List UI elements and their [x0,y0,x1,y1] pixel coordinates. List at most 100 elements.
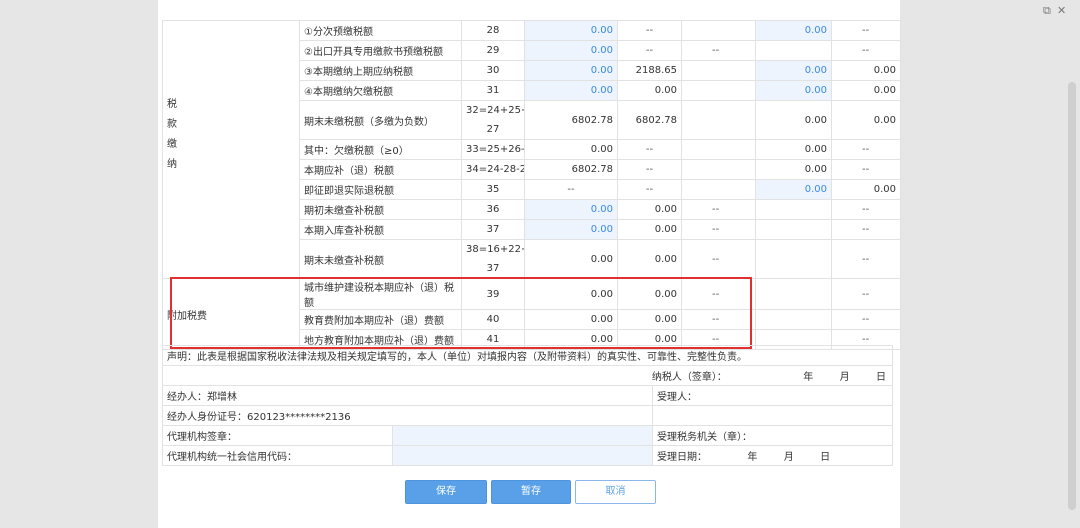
cell-v5: 0.00 [831,80,901,101]
cell-v3 [681,80,756,101]
row-line-number: 38=16+22+36-37 [461,239,525,279]
row-line-number: 32=24+25+26-27 [461,100,525,140]
close-icon[interactable]: ✕ [1057,4,1066,17]
row-label: 城市维护建设税本期应补（退）税额 [299,278,462,310]
row-label: 期末未缴查补税额 [299,239,462,279]
row-label: 本期应补（退）税额 [299,159,462,180]
cell-v5: -- [831,139,901,160]
cell-v3: -- [681,40,756,61]
cell-v4[interactable]: 0.00 [755,179,832,200]
cell-v5: 0.00 [831,100,901,140]
cell-v1[interactable]: 0.00 [524,219,618,240]
sign-year: 年 [803,372,814,383]
cell-v3 [681,159,756,180]
row-line-number: 39 [461,278,525,310]
cell-v2: -- [617,179,682,200]
cell-v1: 0.00 [524,139,618,160]
tax-office-label: 受理税务机关（章）： [651,425,894,446]
row-line-number: 30 [461,60,525,81]
row-line-number: 40 [461,309,525,330]
cell-v2: -- [617,159,682,180]
cell-v4 [755,309,832,330]
row-line-number: 36 [461,199,525,220]
sign-day: 日 [876,372,887,383]
sign-month: 月 [839,372,850,383]
cell-v5: -- [831,239,901,279]
row-label: 本期入库查补税额 [299,219,462,240]
row-line-number: 34=24-28-29 [461,159,525,180]
row-label: ①分次预缴税额 [299,20,462,41]
section-label-additional: 附加税费 [162,278,300,350]
cell-v1: 6802.78 [524,100,618,140]
receive-day: 日 [820,452,831,463]
draft-button[interactable]: 暂存 [491,480,571,504]
row-line-number: 29 [461,40,525,61]
cell-v4 [755,239,832,279]
row-label: 期末未缴税额（多缴为负数） [299,100,462,140]
declaration-text: 声明：此表是根据国家税收法律法规及相关规定填写的，本人（单位）对填报内容（及附带… [161,345,894,366]
agency-seal-input[interactable] [392,425,653,446]
cell-v4[interactable]: 0.00 [755,80,832,101]
cell-v5: -- [831,159,901,180]
cell-v5: -- [831,219,901,240]
cell-v4 [755,219,832,240]
cell-v2: -- [617,139,682,160]
cell-v2: 0.00 [617,199,682,220]
cell-v2: 0.00 [617,219,682,240]
cell-v4[interactable]: 0.00 [755,60,832,81]
cell-v2: -- [617,40,682,61]
row-label: 教育费附加本期应补（退）费额 [299,309,462,330]
cell-v1[interactable]: 0.00 [524,80,618,101]
cell-v1: -- [524,179,618,200]
save-button[interactable]: 保存 [405,480,487,504]
cell-v3: -- [681,278,756,310]
restore-icon[interactable]: ⧉ [1043,4,1051,18]
cell-v1[interactable]: 0.00 [524,60,618,81]
taxpayer-sign-label: 纳税人（签章）： [651,372,727,383]
cell-v2: 0.00 [617,309,682,330]
table-row: 附加税费 城市维护建设税本期应补（退）税额 39 0.00 0.00 -- -- [162,278,901,350]
cell-v1: 0.00 [524,309,618,330]
cell-v3 [681,60,756,81]
row-label: 其中：欠缴税额（≥0） [299,139,462,160]
cell-v1[interactable]: 0.00 [524,199,618,220]
cell-v3: -- [681,219,756,240]
section-char: 款 [167,118,177,130]
row-line-number: 28 [461,20,525,41]
cell-v3 [681,20,756,41]
table-row: 税款缴纳 ①分次预缴税额 28 0.00 -- 0.00 -- [162,20,901,279]
receive-month: 月 [783,452,794,463]
cell-v1[interactable]: 0.00 [524,20,618,41]
cell-v2: 6802.78 [617,100,682,140]
agency-code-label: 代理机构统一社会信用代码： [162,445,393,466]
row-label: ③本期缴纳上期应纳税额 [299,60,462,81]
cancel-button[interactable]: 取消 [575,480,656,504]
row-label: 即征即退实际退税额 [299,179,462,200]
row-label: ④本期缴纳欠缴税额 [299,80,462,101]
agency-code-input[interactable] [392,445,653,466]
cell-v5: -- [831,199,901,220]
row-label: ②出口开具专用缴款书预缴税额 [299,40,462,61]
cell-v1[interactable]: 0.00 [524,40,618,61]
cell-v5: -- [831,40,901,61]
cell-v1: 0.00 [524,239,618,279]
row-label: 期初未缴查补税额 [299,199,462,220]
section-char: 缴 [167,138,177,150]
cell-v2: 0.00 [617,239,682,279]
cell-v5: -- [831,20,901,41]
section-char: 纳 [167,158,177,170]
cell-v2: 2188.65 [617,60,682,81]
receive-date-label: 受理日期： [657,452,707,463]
receive-date-row: 受理日期： 年 月 日 [651,445,894,466]
cell-v4 [755,40,832,61]
handler-name: 经办人：郑增林 [162,385,653,406]
section-label-tax-payment-text: 税款缴纳 [167,95,295,175]
cell-v4: 0.00 [755,139,832,160]
cell-v3 [681,100,756,140]
agency-seal-label: 代理机构签章： [162,425,393,446]
cell-v3 [681,139,756,160]
cell-v5: -- [831,309,901,330]
cell-v1: 0.00 [524,278,618,310]
scrollbar[interactable] [1068,82,1076,510]
cell-v4[interactable]: 0.00 [755,20,832,41]
